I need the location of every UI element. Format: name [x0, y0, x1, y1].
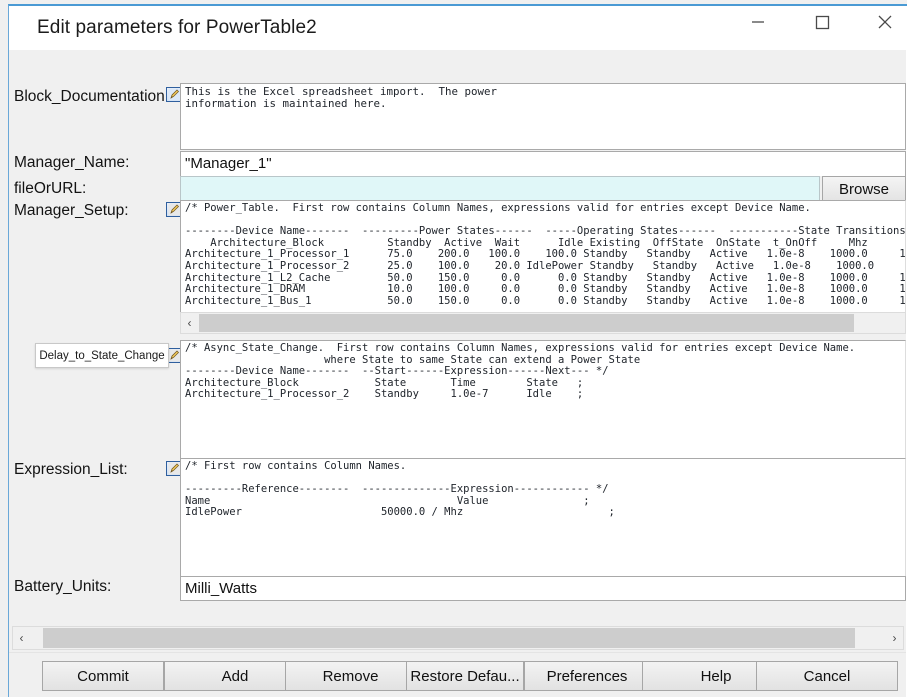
- expression-list-edit-icon[interactable]: [166, 461, 181, 476]
- preferences-button[interactable]: Preferences: [524, 661, 650, 691]
- close-button[interactable]: [862, 6, 907, 38]
- dialog-hscrollbar[interactable]: ‹ ›: [12, 626, 904, 650]
- dialog-button-bar: Commit Add Remove Restore Defau... Prefe…: [9, 652, 906, 697]
- manager-setup-textarea[interactable]: /* Power_Table. First row contains Colum…: [180, 200, 906, 312]
- manager-setup-edit-icon[interactable]: [166, 202, 181, 217]
- delay-to-state-change-text: /* Async_State_Change. First row contain…: [185, 342, 856, 401]
- remove-button[interactable]: Remove: [285, 661, 416, 691]
- dialog-scroll-left-arrow[interactable]: ‹: [13, 627, 30, 649]
- dialog-scroll-right-arrow[interactable]: ›: [886, 627, 903, 649]
- manager-setup-scroll-left-arrow[interactable]: ‹: [181, 313, 198, 333]
- block-documentation-text: This is the Excel spreadsheet import. Th…: [185, 85, 498, 110]
- battery-units-input[interactable]: Milli_Watts: [180, 576, 906, 601]
- close-icon: [878, 15, 892, 29]
- window-title: Edit parameters for PowerTable2: [37, 17, 317, 38]
- minimize-icon: [752, 21, 764, 23]
- manager-setup-text: /* Power_Table. First row contains Colum…: [185, 202, 905, 307]
- label-battery-units: Battery_Units:: [14, 578, 112, 595]
- file-or-url-input[interactable]: [180, 176, 820, 203]
- manager-setup-hscrollbar[interactable]: ‹: [180, 312, 906, 334]
- label-manager-name: Manager_Name:: [14, 154, 130, 171]
- manager-name-input[interactable]: "Manager_1": [180, 151, 906, 176]
- cancel-button[interactable]: Cancel: [756, 661, 898, 691]
- window-frame: Edit parameters for PowerTable2 Block_Do…: [8, 4, 907, 697]
- label-block-documentation: Block_Documentation:: [14, 88, 170, 105]
- restore-defaults-button[interactable]: Restore Defau...: [406, 661, 524, 691]
- block-documentation-edit-icon[interactable]: [166, 87, 181, 102]
- expression-list-textarea[interactable]: /* First row contains Column Names. ----…: [180, 458, 906, 576]
- maximize-button[interactable]: [799, 6, 845, 38]
- block-documentation-textarea[interactable]: This is the Excel spreadsheet import. Th…: [180, 83, 906, 150]
- dialog-scroll-thumb[interactable]: [43, 628, 855, 648]
- delay-to-state-change-tooltip: Delay_to_State_Change: [35, 343, 169, 368]
- browse-button[interactable]: Browse: [822, 176, 906, 203]
- label-file-or-url: fileOrURL:: [14, 180, 87, 197]
- delay-to-state-change-textarea[interactable]: /* Async_State_Change. First row contain…: [180, 340, 906, 459]
- manager-setup-scroll-thumb[interactable]: [199, 314, 854, 332]
- expression-list-text: /* First row contains Column Names. ----…: [185, 460, 615, 519]
- title-bar: Edit parameters for PowerTable2: [9, 6, 907, 50]
- label-manager-setup: Manager_Setup:: [14, 202, 129, 219]
- label-expression-list: Expression_List:: [14, 461, 128, 478]
- commit-button[interactable]: Commit: [42, 661, 164, 691]
- minimize-button[interactable]: [735, 6, 781, 38]
- dialog-body: Block_Documentation: This is the Excel s…: [9, 50, 906, 697]
- maximize-icon: [815, 15, 830, 30]
- dialog-window-root: Edit parameters for PowerTable2 Block_Do…: [0, 0, 907, 697]
